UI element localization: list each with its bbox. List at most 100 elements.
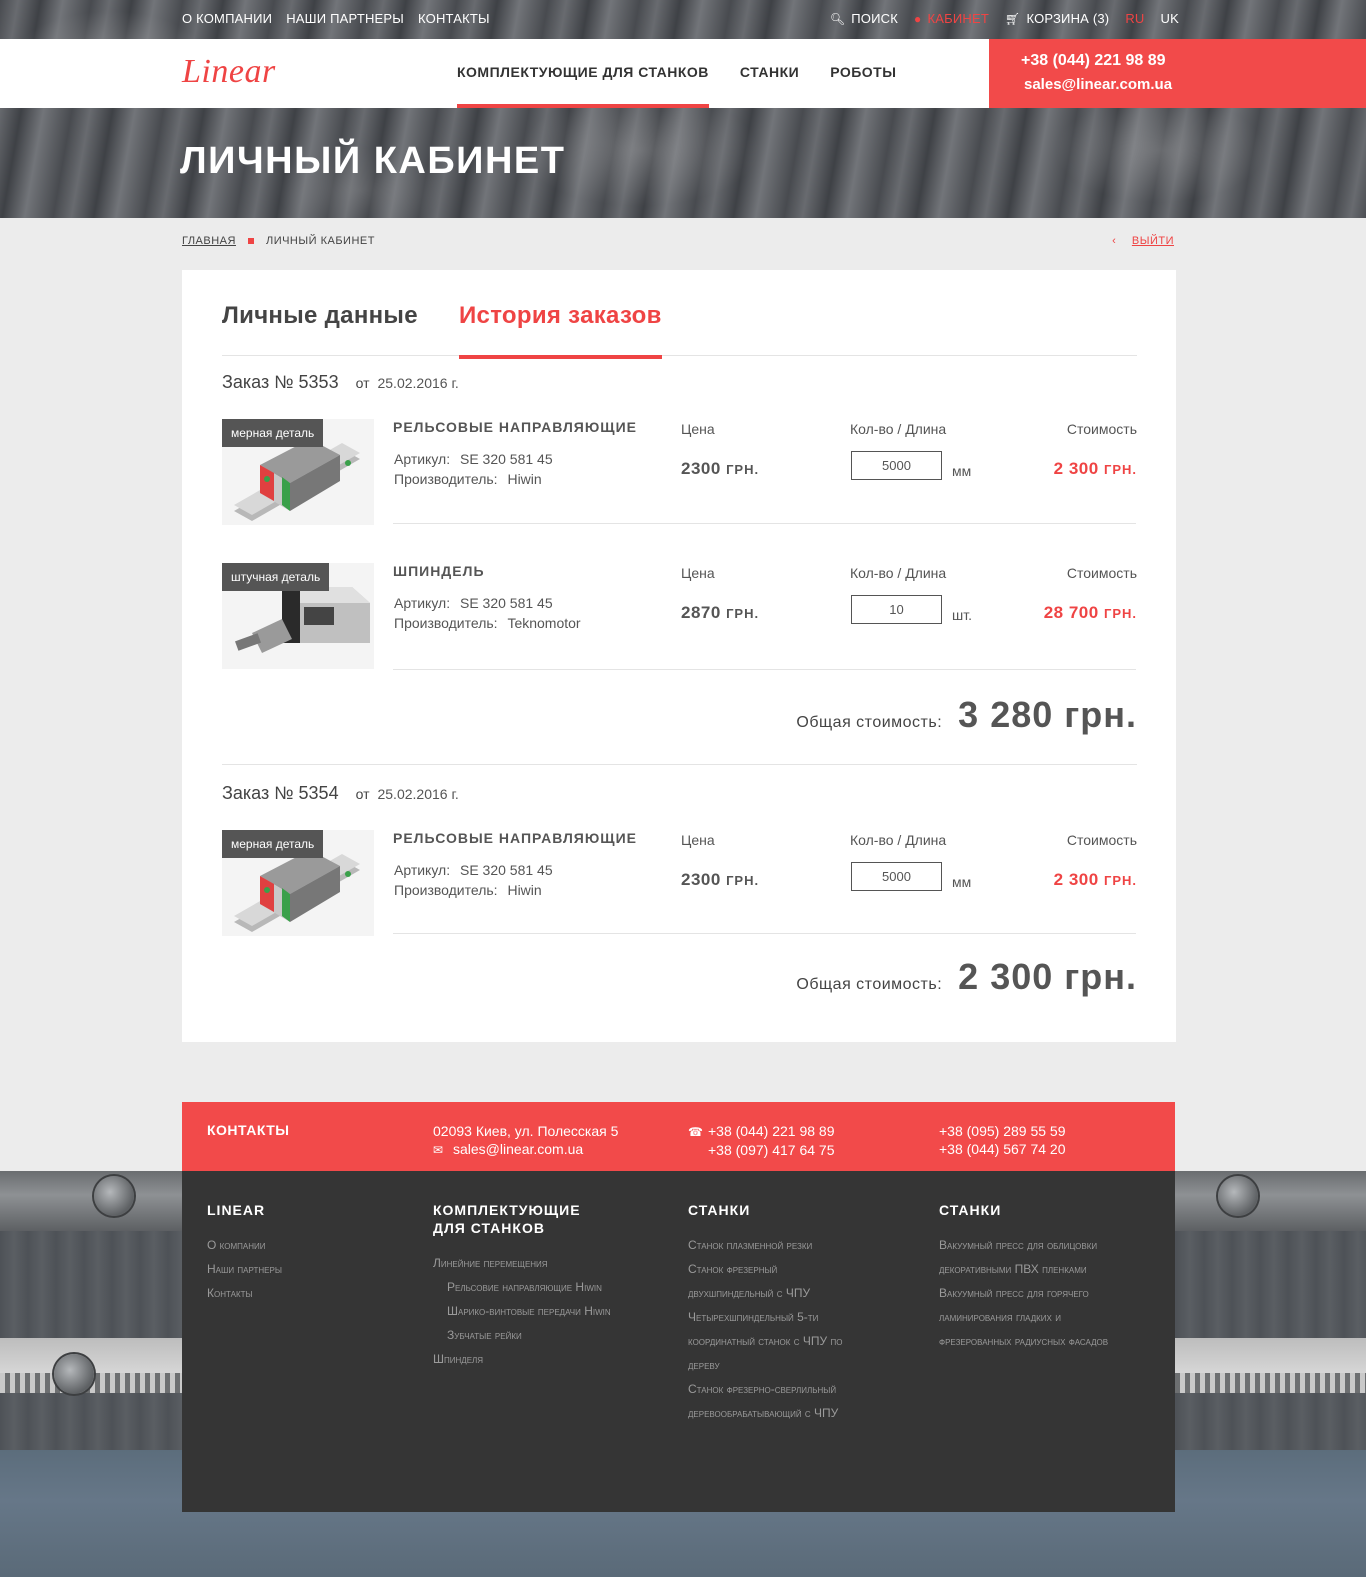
footer-phone[interactable]: +38 (044) 567 74 20 <box>939 1140 1066 1158</box>
item-name[interactable]: Рельсовые направляющие <box>393 830 637 846</box>
footer-link[interactable]: Линейние перемещения <box>433 1251 611 1275</box>
footer-link[interactable]: координатный станок с ЧПУ по <box>688 1329 842 1353</box>
footer-link[interactable]: двухшпиндельный с ЧПУ <box>688 1281 842 1305</box>
footer-col-title: Комплектующие для станков <box>433 1202 581 1236</box>
footer-link[interactable]: Шпинделя <box>433 1347 611 1371</box>
lang-uk[interactable]: UK <box>1161 11 1179 26</box>
search-label: Поиск <box>851 11 899 26</box>
item-price: 2300 грн. <box>681 870 759 890</box>
search-link[interactable]: 🔍︎ Поиск <box>830 11 898 26</box>
logout: ‹ Выйти <box>1112 235 1174 247</box>
item-cost-unit: грн. <box>1103 606 1137 621</box>
footer-link[interactable]: Вакуумный пресс для облицовки <box>939 1233 1108 1257</box>
footer-phone[interactable]: +38 (097) 417 64 75 <box>708 1142 835 1158</box>
footer-link[interactable]: Наши партнеры <box>207 1257 282 1281</box>
breadcrumb-home[interactable]: Главная <box>182 235 236 247</box>
product-image-spindle[interactable]: штучная деталь <box>222 563 374 669</box>
main-nav: Комплектующие для станков Станки Роботы <box>457 39 927 108</box>
item-badge: мерная деталь <box>222 830 324 858</box>
product-image-rail[interactable]: мерная деталь <box>222 830 374 936</box>
quantity-unit: мм <box>952 874 972 890</box>
quantity-unit: мм <box>952 463 972 479</box>
item-name[interactable]: Шпиндель <box>393 563 485 579</box>
qty-label: Кол-во / Длина <box>850 832 947 848</box>
tab-personal-data[interactable]: Личные данные <box>222 302 418 355</box>
footer-contacts-title: Контакты <box>207 1122 290 1138</box>
cart-link[interactable]: 🛒︎ Корзина (3) <box>1005 11 1109 26</box>
header-phone[interactable]: +38 (044) 221 98 89 <box>1021 52 1166 70</box>
footer-link[interactable]: деревообрабатывающий с ЧПУ <box>688 1401 842 1425</box>
footer-col-components: Комплектующие для станков Линейние переме… <box>433 1201 611 1371</box>
header-email[interactable]: sales@linear.com.ua <box>1024 76 1172 93</box>
order-date: 25.02.2016 г. <box>377 375 459 391</box>
breadcrumb: Главная Личный кабинет <box>182 235 375 247</box>
item-price: 2300 грн. <box>681 459 759 479</box>
item-divider <box>393 669 1136 670</box>
footer-link[interactable]: Станок плазменной резки <box>688 1233 842 1257</box>
footer-phones-2: +38 (095) 289 55 59 +38 (044) 567 74 20 <box>939 1122 1066 1158</box>
footer-phone[interactable]: +38 (044) 221 98 89 <box>708 1123 835 1139</box>
nav-components[interactable]: Комплектующие для станков <box>457 39 709 108</box>
order-prefix: Заказ № <box>222 783 299 803</box>
maker-value: Teknomotor <box>507 615 581 631</box>
order-header: Заказ № 5353 от 25.02.2016 г. <box>222 372 459 393</box>
footer-link[interactable]: декоративными ПВХ пленками <box>939 1257 1108 1281</box>
footer-link[interactable]: Станок фрезерный <box>688 1257 842 1281</box>
logo[interactable]: Linear <box>182 53 276 91</box>
nav-robots[interactable]: Роботы <box>830 39 896 108</box>
bolt-decoration <box>1218 1176 1258 1216</box>
quantity-field[interactable]: 5000 <box>851 451 942 480</box>
item-details: Артикул: SE 320 581 45 Производитель: Te… <box>394 593 581 633</box>
footer-link[interactable]: фрезерованных радиусных фасадов <box>939 1329 1108 1353</box>
top-bar: О компании Наши партнеры Контакты 🔍︎ Поис… <box>0 0 1366 39</box>
footer-link[interactable]: Станок фрезерно-сверлильный <box>688 1377 842 1401</box>
quantity-unit: шт. <box>952 607 972 623</box>
product-image-rail[interactable]: мерная деталь <box>222 419 374 525</box>
tab-order-history[interactable]: История заказов <box>459 302 662 359</box>
article-value: SE 320 581 45 <box>459 451 553 467</box>
qty-label: Кол-во / Длина <box>850 565 947 581</box>
footer-link[interactable]: дереву <box>688 1353 842 1377</box>
item-cost-unit: грн. <box>1103 873 1137 888</box>
account-card: Личные данные История заказов Заказ № 53… <box>182 270 1176 1042</box>
top-link-partners[interactable]: Наши партнеры <box>286 11 404 26</box>
order-item: мерная деталь Рельсовые направляющие Арт… <box>222 419 1137 525</box>
cart-icon: 🛒︎ <box>1005 12 1021 26</box>
item-name[interactable]: Рельсовые направляющие <box>393 419 637 435</box>
footer-link[interactable]: Контакты <box>207 1281 282 1305</box>
item-divider <box>393 523 1136 524</box>
article-value: SE 320 581 45 <box>459 595 553 611</box>
cost-label: Стоимость <box>1066 421 1137 437</box>
item-price: 2870 грн. <box>681 603 759 623</box>
footer-link[interactable]: Вакуумный пресс для горячего <box>939 1281 1108 1305</box>
quantity-field[interactable]: 5000 <box>851 862 942 891</box>
item-price-unit: грн. <box>726 606 760 621</box>
article-label: Артикул: <box>394 451 451 467</box>
logout-link[interactable]: Выйти <box>1132 235 1174 247</box>
footer-link[interactable]: Рельсовие направляющие Hiwin <box>433 1275 611 1299</box>
footer-phone[interactable]: +38 (095) 289 55 59 <box>939 1122 1066 1140</box>
footer-link[interactable]: ламинирования гладких и <box>939 1305 1108 1329</box>
footer-address-block: 02093 Киев, ул. Полесская 5 ✉︎ sales@line… <box>433 1122 618 1159</box>
phone-icon: ☎︎ <box>688 1125 703 1139</box>
top-link-contacts[interactable]: Контакты <box>418 11 490 26</box>
footer-link[interactable]: Четырехшпиндельный 5-ти <box>688 1305 842 1329</box>
footer-link[interactable]: Зубчатые рейки <box>433 1323 611 1347</box>
order-date: 25.02.2016 г. <box>377 786 459 802</box>
nav-machines[interactable]: Станки <box>740 39 799 108</box>
order-item: штучная деталь Шпиндель Артикул: SE 320 … <box>222 563 1137 669</box>
footer-link[interactable]: О компании <box>207 1233 282 1257</box>
quantity-field[interactable]: 10 <box>851 595 942 624</box>
cabinet-link[interactable]: ● Кабинет <box>914 11 989 26</box>
item-badge: штучная деталь <box>222 563 330 591</box>
lang-ru[interactable]: RU <box>1125 11 1144 26</box>
maker-label: Производитель: <box>394 471 498 487</box>
footer-email[interactable]: sales@linear.com.ua <box>453 1141 583 1157</box>
top-link-about[interactable]: О компании <box>182 11 272 26</box>
footer-contacts: Контакты 02093 Киев, ул. Полесская 5 ✉︎ s… <box>182 1102 1175 1171</box>
article-label: Артикул: <box>394 862 451 878</box>
total-value: 2 300 грн. <box>958 956 1137 997</box>
footer-col-machines: Станки Станок плазменной резки Станок фр… <box>688 1201 842 1425</box>
maker-label: Производитель: <box>394 882 498 898</box>
footer-link[interactable]: Шарико-винтовые передачи Hiwin <box>433 1299 611 1323</box>
